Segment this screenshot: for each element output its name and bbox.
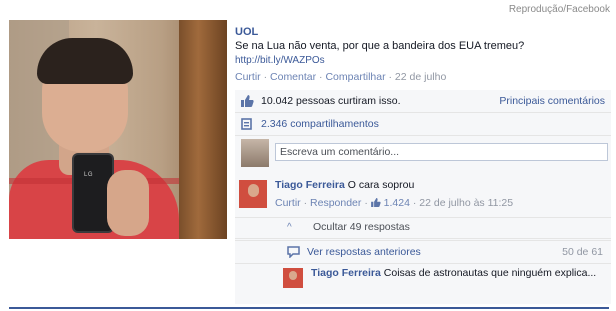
- reply-item: Tiago Ferreira Coisas de astronautas que…: [235, 265, 611, 303]
- comment-like-link[interactable]: Curtir: [275, 197, 301, 209]
- shares-row: 2.346 compartilhamentos: [235, 113, 611, 136]
- comment-link[interactable]: Comentar: [270, 71, 316, 83]
- feedback-panel: 10.042 pessoas curtiram isso. Principais…: [235, 90, 611, 304]
- post-text: Se na Lua não venta, por que a bandeira …: [235, 40, 525, 52]
- view-previous-row[interactable]: Ver respostas anteriores 50 de 61: [235, 240, 611, 264]
- hide-replies-row[interactable]: ^ Ocultar 49 respostas: [235, 217, 611, 239]
- like-link[interactable]: Curtir: [235, 71, 261, 83]
- comment-body: Tiago Ferreira O cara soprou: [275, 179, 414, 191]
- separator: ·: [364, 197, 368, 209]
- post-date[interactable]: 22 de julho: [395, 71, 446, 83]
- photo-door: [179, 20, 227, 239]
- facebook-post: UOL Se na Lua não venta, por que a bande…: [233, 0, 616, 311]
- post-actions: Curtir · Comentar · Compartilhar · 22 de…: [235, 71, 446, 83]
- phone-brand: LG: [84, 172, 94, 178]
- share-link[interactable]: Compartilhar: [325, 71, 385, 83]
- likes-row: 10.042 pessoas curtiram isso. Principais…: [235, 90, 611, 113]
- profile-photo: LG: [9, 20, 227, 239]
- view-previous-replies[interactable]: Ver respostas anteriores: [307, 246, 421, 258]
- shares-count[interactable]: 2.346 compartilhamentos: [261, 118, 379, 130]
- likes-count[interactable]: 10.042 pessoas curtiram isso.: [261, 95, 400, 107]
- reply-bubble-icon: [287, 246, 300, 258]
- viewer-avatar: [241, 139, 269, 167]
- share-icon: [241, 118, 252, 130]
- separator: ·: [303, 197, 308, 209]
- reply-body: Tiago Ferreira Coisas de astronautas que…: [311, 267, 601, 280]
- commenter-avatar[interactable]: [239, 180, 267, 208]
- reply-text: Coisas de astronautas que ninguém explic…: [383, 267, 597, 279]
- separator: ·: [412, 197, 417, 209]
- top-comments-toggle[interactable]: Principais comentários: [499, 95, 605, 107]
- reply-counter: 50 de 61: [562, 246, 603, 258]
- thumbs-up-icon: [370, 198, 381, 207]
- reply-avatar[interactable]: [283, 268, 303, 288]
- separator: ·: [388, 71, 393, 83]
- post-author[interactable]: UOL: [235, 26, 258, 38]
- comment-reply-link[interactable]: Responder: [310, 197, 361, 209]
- chevron-up-icon: ^: [287, 222, 292, 233]
- comment-timestamp[interactable]: 22 de julho às 11:25: [419, 197, 513, 209]
- comment-item: Tiago Ferreira O cara soprou Curtir · Re…: [235, 178, 611, 214]
- thumbs-up-icon: [241, 95, 254, 107]
- comment-text: O cara soprou: [347, 179, 415, 191]
- commenter-name[interactable]: Tiago Ferreira: [275, 179, 345, 191]
- comment-actions: Curtir · Responder · 1.424 · 22 de julho…: [275, 197, 513, 209]
- separator: ·: [263, 71, 268, 83]
- hide-replies-label[interactable]: Ocultar 49 respostas: [313, 221, 410, 233]
- comment-composer: Escreva um comentário...: [235, 136, 611, 176]
- photo-hair: [37, 38, 133, 84]
- post-link[interactable]: http://bit.ly/WAZPOs: [235, 55, 325, 66]
- comment-like-count[interactable]: 1.424: [384, 197, 410, 209]
- bottom-divider: [9, 307, 609, 309]
- separator: ·: [319, 71, 323, 83]
- comment-input[interactable]: Escreva um comentário...: [275, 143, 608, 161]
- photo-hand: [107, 170, 149, 236]
- reply-author[interactable]: Tiago Ferreira: [311, 267, 381, 279]
